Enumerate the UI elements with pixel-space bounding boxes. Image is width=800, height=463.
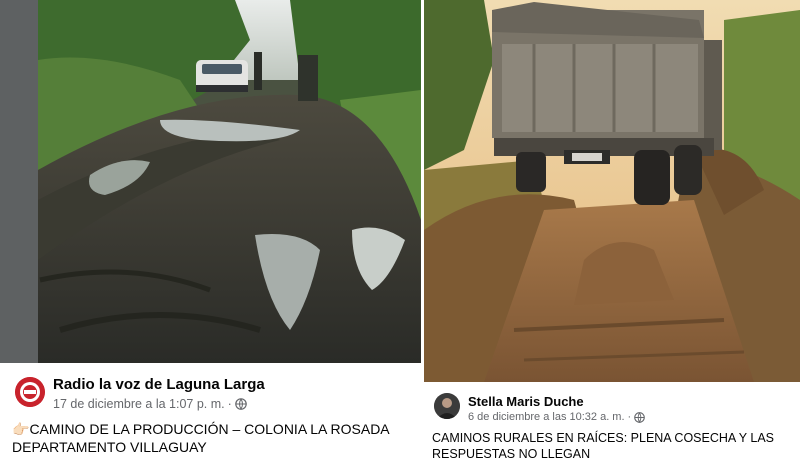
post-timestamp-row: 17 de diciembre a la 1:07 p. m. · [53, 397, 247, 411]
post-timestamp-row: 6 de diciembre a las 10:32 a. m. · [468, 411, 646, 423]
post-text-line: CAMINO DE LA PRODUCCIÓN – COLONIA LA ROS… [29, 421, 390, 437]
pointing-hand-icon: 👉🏻 [12, 421, 30, 437]
post-text: CAMINOS RURALES EN RAÍCES: PLENA COSECHA… [432, 430, 792, 463]
meta-separator: · [627, 411, 632, 423]
globe-icon[interactable] [634, 411, 646, 423]
post-text-line: RESPUESTAS NO LLEGAN [432, 447, 591, 462]
left-post-header: Radio la voz de Laguna Larga 17 de dicie… [0, 363, 421, 455]
globe-icon[interactable] [234, 398, 247, 410]
radio-avatar[interactable] [15, 377, 45, 407]
profile-photo-icon [434, 393, 460, 419]
post-text-line: DEPARTAMENTO VILLAGUAY [12, 439, 207, 456]
meta-separator: · [227, 397, 232, 411]
post-author-name[interactable]: Stella Maris Duche [468, 394, 584, 409]
post-author-name[interactable]: Radio la voz de Laguna Larga [53, 376, 265, 393]
radio-logo-icon [15, 377, 45, 407]
truck-dirt-road-image [424, 0, 800, 382]
author-avatar[interactable] [434, 393, 460, 419]
muddy-road-image [0, 0, 421, 363]
post-text-line: CAMINOS RURALES EN RAÍCES: PLENA COSECHA… [432, 431, 775, 445]
post-timestamp[interactable]: 6 de diciembre a las 10:32 a. m. [468, 411, 625, 423]
right-post-header: Stella Maris Duche 6 de diciembre a las … [424, 382, 800, 461]
post-text: 👉🏻CAMINO DE LA PRODUCCIÓN – COLONIA LA R… [12, 420, 412, 456]
left-post-photo[interactable] [0, 0, 421, 363]
post-timestamp[interactable]: 17 de diciembre a la 1:07 p. m. [53, 397, 225, 411]
right-post-photo[interactable] [424, 0, 800, 382]
